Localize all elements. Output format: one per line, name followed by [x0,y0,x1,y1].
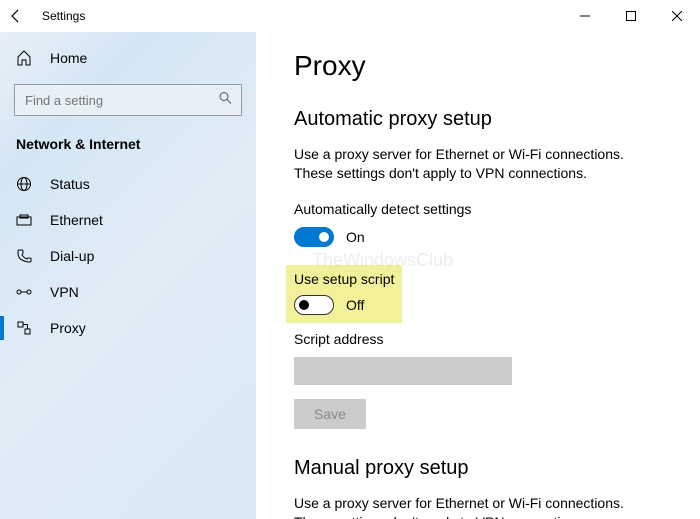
sidebar-item-vpn[interactable]: VPN [0,274,256,310]
back-button[interactable] [8,8,24,24]
search-input[interactable] [14,84,242,116]
script-highlight: Use setup script Off [286,265,402,323]
script-label: Use setup script [294,271,394,287]
search-icon [218,91,232,110]
auto-description: Use a proxy server for Ethernet or Wi-Fi… [294,145,662,183]
window-title: Settings [42,9,85,23]
sidebar-item-label: Proxy [50,320,86,336]
globe-icon [16,176,32,192]
detect-state: On [346,229,365,245]
proxy-icon [16,320,32,336]
auto-heading: Automatic proxy setup [294,108,662,131]
manual-heading: Manual proxy setup [294,457,662,480]
close-button[interactable] [654,0,700,32]
home-nav[interactable]: Home [0,40,256,76]
sidebar-item-proxy[interactable]: Proxy [0,310,256,346]
sidebar-item-status[interactable]: Status [0,166,256,202]
sidebar-item-label: Status [50,176,90,192]
phone-icon [16,248,32,264]
sidebar: Home Network & Internet Status Ethernet … [0,32,256,519]
detect-toggle[interactable] [294,227,334,247]
sidebar-item-label: VPN [50,284,79,300]
manual-description: Use a proxy server for Ethernet or Wi-Fi… [294,494,662,519]
script-addr-label: Script address [294,331,662,347]
sidebar-item-label: Dial-up [50,248,94,264]
save-button[interactable]: Save [294,399,366,429]
script-state: Off [346,297,364,313]
script-address-input[interactable] [294,357,512,385]
content-area: Proxy Automatic proxy setup Use a proxy … [256,32,700,519]
sidebar-item-ethernet[interactable]: Ethernet [0,202,256,238]
sidebar-item-label: Ethernet [50,212,103,228]
script-toggle[interactable] [294,295,334,315]
home-label: Home [50,50,87,66]
sidebar-section-title: Network & Internet [0,124,256,166]
detect-label: Automatically detect settings [294,201,662,217]
home-icon [16,50,32,66]
minimize-button[interactable] [562,0,608,32]
maximize-button[interactable] [608,0,654,32]
vpn-icon [16,284,32,300]
sidebar-item-dialup[interactable]: Dial-up [0,238,256,274]
page-title: Proxy [294,50,662,82]
ethernet-icon [16,212,32,228]
